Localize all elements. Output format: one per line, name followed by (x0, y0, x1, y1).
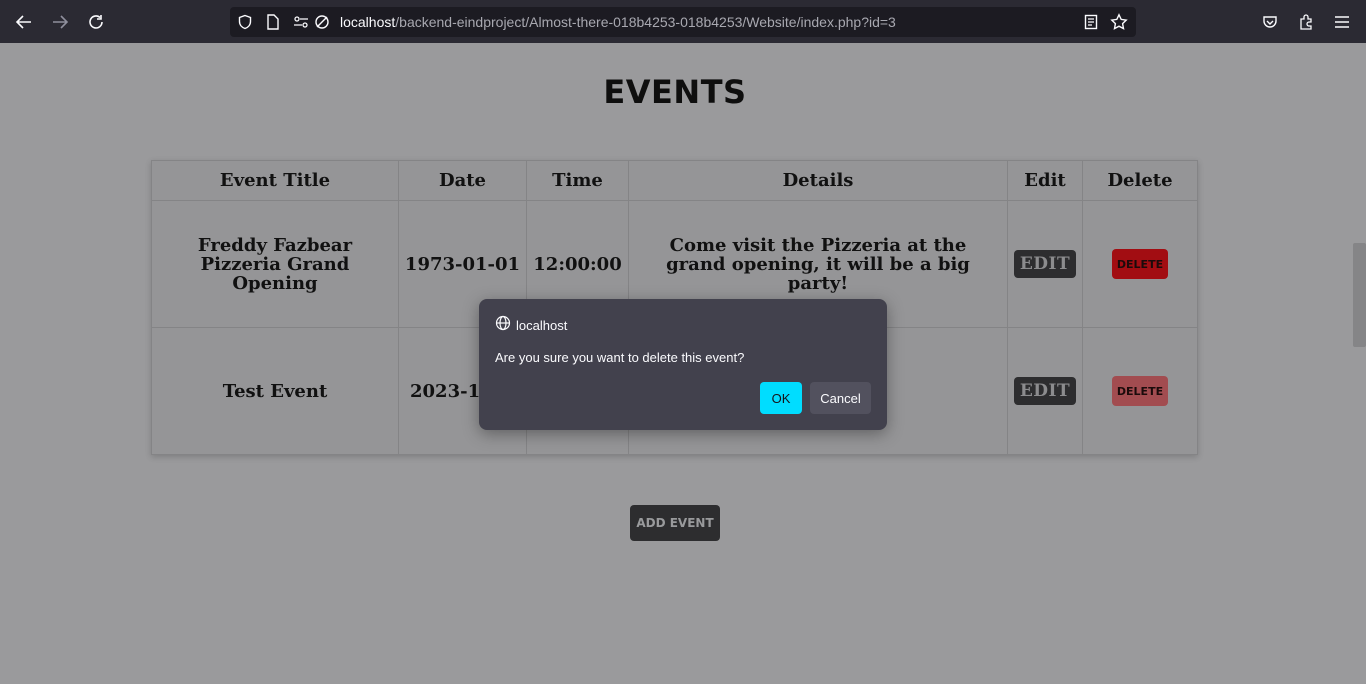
event-title-cell: Freddy Fazbear Pizzeria Grand Opening (151, 200, 399, 328)
permissions-icon[interactable] (292, 13, 310, 31)
extensions-icon[interactable] (1295, 11, 1317, 33)
url-text[interactable]: localhost/backend-eindproject/Almost-the… (340, 14, 896, 30)
reload-icon[interactable] (85, 11, 107, 33)
url-bar[interactable]: localhost/backend-eindproject/Almost-the… (230, 7, 1136, 37)
confirm-dialog: localhost Are you sure you want to delet… (479, 299, 887, 430)
event-title-cell: Test Event (151, 327, 399, 455)
forward-arrow-icon[interactable] (49, 11, 71, 33)
edit-cell: EDIT (1007, 327, 1083, 455)
dialog-host: localhost (516, 317, 568, 333)
delete-button[interactable]: DELETE (1111, 249, 1169, 279)
reader-view-icon[interactable] (1082, 13, 1100, 31)
header-date: Date (398, 160, 527, 201)
browser-toolbar: localhost/backend-eindproject/Almost-the… (0, 0, 1366, 43)
delete-button[interactable]: DELETE (1111, 376, 1169, 406)
page-title: EVENTS (603, 73, 747, 111)
header-event-title: Event Title (151, 160, 399, 201)
table-header-row: Event Title Date Time Details Edit Delet… (151, 160, 1198, 201)
bookmark-star-icon[interactable] (1110, 13, 1128, 31)
scrollbar-thumb[interactable] (1353, 243, 1366, 347)
header-delete: Delete (1082, 160, 1198, 201)
delete-cell: DELETE (1082, 200, 1198, 328)
header-details: Details (628, 160, 1008, 201)
dialog-header: localhost (495, 315, 567, 335)
edit-cell: EDIT (1007, 200, 1083, 328)
tracking-protection-icon[interactable] (313, 13, 331, 31)
shield-icon[interactable] (236, 13, 254, 31)
cancel-button[interactable]: Cancel (810, 382, 871, 414)
edit-button[interactable]: EDIT (1013, 250, 1077, 278)
header-time: Time (526, 160, 629, 201)
ok-button[interactable]: OK (760, 382, 802, 414)
edit-button[interactable]: EDIT (1013, 377, 1077, 405)
delete-cell: DELETE (1082, 327, 1198, 455)
back-arrow-icon[interactable] (13, 11, 35, 33)
header-edit: Edit (1007, 160, 1083, 201)
url-host: localhost (340, 14, 396, 30)
pocket-icon[interactable] (1259, 11, 1281, 33)
page-icon[interactable] (264, 13, 282, 31)
url-path: /backend-eindproject/Almost-there-018b42… (395, 14, 896, 30)
scrollbar[interactable] (1350, 43, 1366, 684)
dialog-message: Are you sure you want to delete this eve… (495, 350, 745, 365)
menu-icon[interactable] (1331, 11, 1353, 33)
add-event-button[interactable]: ADD EVENT (630, 505, 720, 541)
globe-icon (495, 315, 511, 335)
